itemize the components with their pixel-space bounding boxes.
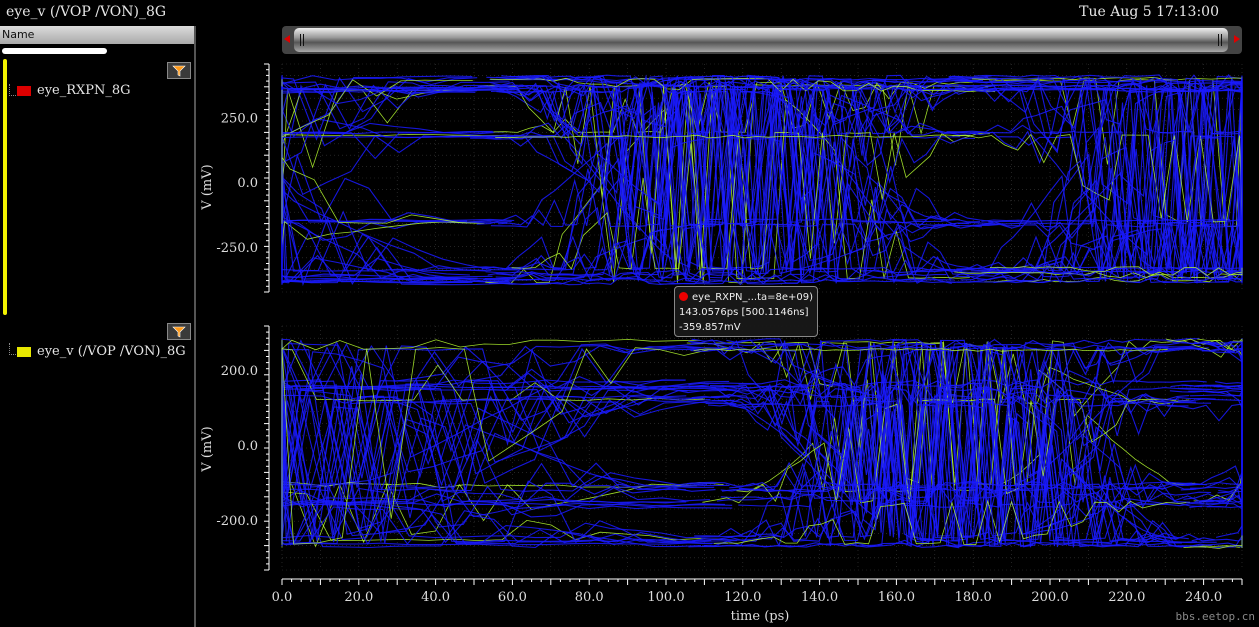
y-tick-label: -200.0 [216,514,258,529]
eye-strip-rxpn: 250.0 0.0 -250.0 [216,63,1243,293]
y-tick-label: -250.0 [216,241,258,256]
tooltip-time: 143.0576ps [500.1146ns] [679,307,809,318]
eye-trace [1201,348,1243,384]
y-axis-label-top: V (mV) [200,164,215,210]
eye-trace [281,134,478,281]
eye-trace [1188,390,1243,483]
x-tick-label: 200.0 [1031,590,1068,605]
marker-dot-icon [679,292,688,301]
x-axis: 0.0 20.0 40.0 60.0 80.0 100.0 120.0 140.0 160.0 1… [272,578,1243,605]
y-tick-label: 250.0 [221,111,258,126]
eye-trace [281,222,510,284]
eye-trace [1198,341,1243,503]
tooltip-title: eye_RXPN_...ta=8e+09) [692,292,814,303]
eye-trace [1198,499,1243,540]
watermark: bbs.eetop.cn [1175,610,1255,623]
x-tick-label: 100.0 [647,590,684,605]
tooltip-value: -359.857mV [679,322,741,333]
eye-trace [281,79,473,221]
y-tick-label: 0.0 [237,176,258,191]
eye-trace [1183,338,1243,500]
eye-trace [1191,386,1243,542]
eye-trace [1193,340,1243,503]
x-tick-label: 220.0 [1108,590,1145,605]
y-axis: 200.0 0.0 -200.0 [216,325,270,571]
cursor-tooltip: eye_RXPN_...ta=8e+09) 143.0576ps [500.11… [674,286,818,337]
y-tick-label: 0.0 [237,439,258,454]
eye-diagram-plot[interactable]: 250.0 0.0 -250.0 200.0 0.0 -200.0 0.0 20.0 40.0… [0,0,1259,627]
x-tick-label: 180.0 [955,590,992,605]
x-tick-label: 0.0 [272,590,293,605]
eye-traces [281,74,1243,287]
eye-trace [281,132,494,280]
eye-trace [281,87,518,272]
eye-traces [281,337,1243,549]
x-tick-label: 40.0 [421,590,450,605]
x-tick-label: 20.0 [344,590,373,605]
y-axis: 250.0 0.0 -250.0 [216,63,270,293]
x-tick-label: 60.0 [498,590,527,605]
y-axis-label-bottom: V (mV) [200,426,215,472]
y-tick-label: 200.0 [221,364,258,379]
eye-trace [281,484,730,545]
eye-trace [1193,344,1243,502]
eye-strip-vop-von: 200.0 0.0 -200.0 0.0 20.0 40.0 60.0 80.0 100.0 12… [216,325,1243,605]
eye-trace [1167,403,1243,546]
eye-trace [281,221,492,278]
eye-trace [1202,343,1243,499]
eye-trace [281,135,496,279]
x-tick-label: 120.0 [724,590,761,605]
eye-trace [1194,342,1243,493]
x-tick-label: 140.0 [801,590,838,605]
eye-trace [1207,342,1243,539]
x-tick-label: 160.0 [878,590,915,605]
x-tick-label: 240.0 [1185,590,1222,605]
eye-trace [1212,384,1243,549]
x-axis-label: time (ps) [731,609,790,624]
x-tick-label: 80.0 [575,590,604,605]
